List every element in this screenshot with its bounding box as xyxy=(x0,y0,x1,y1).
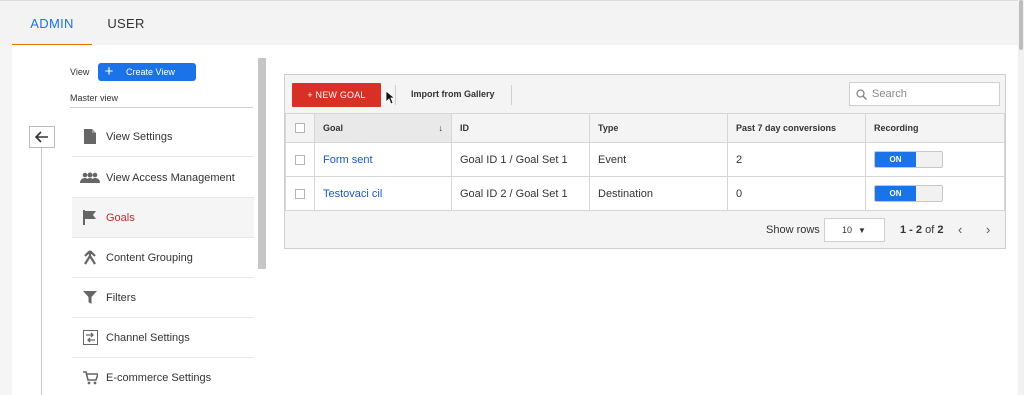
recording-toggle[interactable]: ON xyxy=(874,151,943,168)
sidebar-item-view-access-management[interactable]: View Access Management xyxy=(72,158,254,198)
sidebar-item-filters[interactable]: Filters xyxy=(72,278,254,318)
goal-type-cell: Event xyxy=(589,142,728,177)
toggle-knob xyxy=(916,186,942,201)
sidebar-item-label: View Access Management xyxy=(106,171,235,184)
column-header-label: Goal xyxy=(323,123,344,133)
column-header-label: Past 7 day conversions xyxy=(736,123,837,133)
create-view-label: Create View xyxy=(126,67,175,77)
sidebar-item-label: View Settings xyxy=(106,130,173,143)
create-view-button[interactable]: + Create View xyxy=(98,63,196,81)
toggle-on-label: ON xyxy=(875,186,916,201)
show-rows-label: Show rows xyxy=(766,224,820,236)
table-footer: Show rows 10 ▼ 1 - 2 of 2 ‹ › xyxy=(285,214,1005,248)
goal-name-cell: Form sent xyxy=(314,142,452,177)
goal-recording-cell: ON xyxy=(865,142,1005,177)
caret-down-icon: ▼ xyxy=(858,225,866,235)
tab-user-label: USER xyxy=(107,16,145,31)
goal-recording-cell: ON xyxy=(865,176,1005,211)
grouping-icon xyxy=(74,250,106,265)
left-panel-scrollbar[interactable] xyxy=(258,58,266,269)
rows-per-page-value: 10 xyxy=(842,225,853,235)
filter-icon xyxy=(74,291,106,304)
chevron-left-icon[interactable]: ‹ xyxy=(958,222,962,237)
select-all-cell xyxy=(285,113,315,143)
column-header-conversions[interactable]: Past 7 day conversions xyxy=(727,113,866,143)
sidebar-item-channel-settings[interactable]: Channel Settings xyxy=(72,318,254,358)
view-selector-underline xyxy=(70,107,253,108)
view-label: View xyxy=(70,67,90,77)
arrow-left-icon xyxy=(35,131,48,143)
search-input[interactable] xyxy=(872,88,992,100)
select-all-checkbox[interactable] xyxy=(295,123,305,134)
column-header-label: ID xyxy=(460,123,469,133)
goals-table: Goal ↓ ID Type Past 7 day conversions Re… xyxy=(285,113,1005,211)
view-selector[interactable]: Master view xyxy=(70,93,118,103)
goal-id-cell: Goal ID 2 / Goal Set 1 xyxy=(451,176,590,211)
goal-conversions-cell: 2 xyxy=(727,142,866,177)
row-checkbox[interactable] xyxy=(295,154,305,165)
search-icon xyxy=(850,88,872,100)
recording-toggle[interactable]: ON xyxy=(874,185,943,202)
toggle-knob xyxy=(916,152,942,167)
flag-icon xyxy=(74,210,106,225)
column-header-type[interactable]: Type xyxy=(589,113,728,143)
table-toolbar: + NEW GOAL Import from Gallery xyxy=(285,75,1005,113)
new-goal-button[interactable]: + NEW GOAL xyxy=(292,83,381,107)
sidebar-item-label: Channel Settings xyxy=(106,331,190,344)
sidebar-item-ecommerce-settings[interactable]: E-commerce Settings xyxy=(72,358,254,395)
row-select-cell xyxy=(285,142,315,177)
document-icon xyxy=(74,129,106,144)
channel-icon xyxy=(74,330,106,345)
toggle-on-label: ON xyxy=(875,152,916,167)
goal-type-cell: Destination xyxy=(589,176,728,211)
page-range: 1 - 2 of 2 xyxy=(900,224,943,236)
import-from-gallery-button[interactable]: Import from Gallery xyxy=(411,89,495,99)
cart-icon xyxy=(74,370,106,385)
table-header-row: Goal ↓ ID Type Past 7 day conversions Re… xyxy=(285,113,1005,143)
tab-admin-label: ADMIN xyxy=(30,16,74,31)
column-header-recording[interactable]: Recording xyxy=(865,113,1005,143)
column-header-label: Type xyxy=(598,123,619,133)
row-select-cell xyxy=(285,176,315,211)
column-header-id[interactable]: ID xyxy=(451,113,590,143)
rows-per-page-select[interactable]: 10 ▼ xyxy=(824,218,885,242)
page-scrollbar[interactable] xyxy=(1018,0,1024,395)
top-tab-bar: ADMIN USER xyxy=(0,0,1018,46)
tab-user[interactable]: USER xyxy=(106,1,146,46)
toolbar-divider xyxy=(395,85,396,105)
people-icon xyxy=(74,172,106,184)
plus-icon: + xyxy=(104,63,114,80)
sidebar-item-label: Content Grouping xyxy=(106,251,193,264)
sort-down-icon: ↓ xyxy=(438,123,444,133)
goal-id-cell: Goal ID 1 / Goal Set 1 xyxy=(451,142,590,177)
mouse-cursor-icon xyxy=(385,90,395,105)
search-field[interactable] xyxy=(849,82,1000,106)
sidebar-item-goals[interactable]: Goals xyxy=(72,198,254,238)
sidebar-item-label: E-commerce Settings xyxy=(106,371,212,384)
goal-conversions-cell: 0 xyxy=(727,176,866,211)
goals-table-card: + NEW GOAL Import from Gallery Goal ↓ ID… xyxy=(284,74,1006,249)
sidebar-item-label: Goals xyxy=(106,211,135,224)
goal-name-cell: Testovaci cil xyxy=(314,176,452,211)
tab-admin[interactable]: ADMIN xyxy=(12,1,92,46)
page-total: 2 xyxy=(937,224,944,236)
goal-link[interactable]: Form sent xyxy=(323,154,373,166)
sidebar-item-content-grouping[interactable]: Content Grouping xyxy=(72,238,254,278)
column-header-goal[interactable]: Goal ↓ xyxy=(314,113,452,143)
sidebar-item-label: Filters xyxy=(106,291,136,304)
table-row: Testovaci cil Goal ID 2 / Goal Set 1 Des… xyxy=(285,176,1005,211)
table-row: Form sent Goal ID 1 / Goal Set 1 Event 2… xyxy=(285,142,1005,177)
page-of-label: of xyxy=(925,224,935,236)
page-scrollbar-thumb[interactable] xyxy=(1019,0,1023,50)
back-button[interactable] xyxy=(29,126,55,148)
sidebar-item-view-settings[interactable]: View Settings xyxy=(72,117,254,157)
page-range-value: 1 - 2 xyxy=(900,224,923,236)
left-gutter xyxy=(0,45,12,395)
nav-tree-line xyxy=(41,148,42,395)
column-header-label: Recording xyxy=(874,123,919,133)
toolbar-divider xyxy=(511,85,512,105)
chevron-right-icon[interactable]: › xyxy=(986,222,990,237)
goal-link[interactable]: Testovaci cil xyxy=(323,188,382,200)
row-checkbox[interactable] xyxy=(295,188,305,199)
